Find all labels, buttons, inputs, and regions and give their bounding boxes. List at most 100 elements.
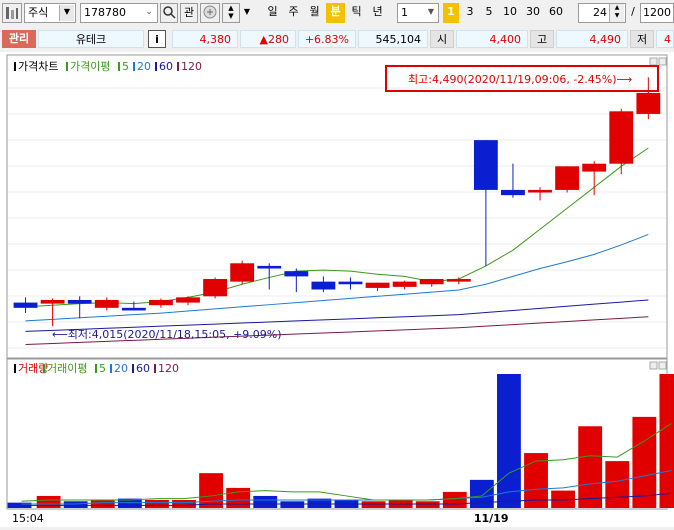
volume-bar xyxy=(253,495,278,508)
volume-bar xyxy=(280,501,305,508)
chevron-down-icon[interactable]: ⌄ xyxy=(142,5,156,21)
legend-item-2: 5 xyxy=(122,60,129,73)
total-count-input[interactable]: 1200 xyxy=(640,3,674,23)
candle-body xyxy=(636,92,661,114)
info-button[interactable]: i xyxy=(148,30,166,48)
legend-marker xyxy=(177,62,179,71)
volume-bar xyxy=(226,487,251,508)
legend-item-0: 가격차트 xyxy=(18,60,58,73)
candle-body xyxy=(40,299,65,304)
legend-marker xyxy=(66,62,68,71)
period-button-2[interactable]: 월 xyxy=(305,3,324,23)
open-price: 4,400 xyxy=(456,30,528,48)
candle-body xyxy=(284,271,309,277)
volume-bar xyxy=(361,501,386,508)
legend-item-4: 60 xyxy=(159,60,173,73)
legend-marker xyxy=(154,364,156,373)
related-button[interactable]: 관 xyxy=(180,3,198,23)
interval-button-2[interactable]: 5 xyxy=(481,3,497,23)
volume-bar xyxy=(145,499,169,508)
period-button-4[interactable]: 틱 xyxy=(347,3,366,23)
chart-menu-icon[interactable] xyxy=(2,3,22,23)
count-input[interactable]: 24 ▲ ▼ xyxy=(578,3,626,23)
count-stepper[interactable]: ▲ ▼ xyxy=(609,4,624,22)
period-button-5[interactable]: 년 xyxy=(368,3,387,23)
time-label-1: 11/19 xyxy=(474,512,509,525)
legend-item-3: 20 xyxy=(137,60,151,73)
interval-select[interactable]: 1 ▼ xyxy=(397,3,439,23)
candle-body xyxy=(67,299,92,304)
volume-bar xyxy=(578,426,603,508)
chevron-down-icon[interactable]: ▼ xyxy=(59,5,74,21)
volume-bar xyxy=(199,473,224,508)
candle-body xyxy=(365,282,390,288)
candle-body xyxy=(419,279,444,285)
stock-code-value: 178780 xyxy=(84,6,126,19)
dropdown-arrow-icon[interactable]: ▼ xyxy=(242,3,252,23)
candle-body xyxy=(121,307,146,311)
panel-control-icon xyxy=(649,361,658,370)
candle-body xyxy=(230,263,255,282)
candle-body xyxy=(528,189,552,193)
interval-button-1[interactable]: 3 xyxy=(462,3,478,23)
market-select[interactable]: 주식 ▼ xyxy=(24,3,76,23)
legend-marker xyxy=(14,364,16,373)
market-select-value: 주식 xyxy=(28,6,49,19)
time-label-0: 15:04 xyxy=(12,512,44,525)
price-change: ▲280 xyxy=(240,30,296,48)
candle-body xyxy=(555,166,580,190)
refresh-icon[interactable] xyxy=(200,3,220,23)
chart-toolbar: 주식 ▼ 178780 ⌄ 관 ▲ ▼ ▼ 일주월분틱년 1 ▼ 1 3 5 10 30 6… xyxy=(0,0,674,26)
interval-button-0[interactable]: 1 xyxy=(443,3,459,23)
search-icon[interactable] xyxy=(160,3,178,23)
interval-button-3[interactable]: 10 xyxy=(500,3,520,23)
volume-bar xyxy=(497,374,521,508)
period-button-0[interactable]: 일 xyxy=(263,3,282,23)
count-separator: / xyxy=(628,3,638,23)
up-down-stepper[interactable]: ▲ ▼ xyxy=(222,3,240,23)
volume-bar xyxy=(605,461,630,508)
panel-control-icon xyxy=(658,361,667,370)
low-label: 저 xyxy=(630,30,654,48)
price-panel xyxy=(6,54,668,359)
volume-bar xyxy=(415,501,440,508)
chart-canvas[interactable]: 가격차트 가격이평 5 20 60 120 거래량거래이평 5 20 60 120 최고:4,49… xyxy=(0,52,674,527)
period-button-1[interactable]: 주 xyxy=(284,3,303,23)
volume-bar xyxy=(659,374,674,508)
stock-code-input[interactable]: 178780 ⌄ xyxy=(80,3,158,23)
legend-item-2: 5 xyxy=(99,362,106,375)
open-label: 시 xyxy=(430,30,454,48)
high-annotation: 최고:4,490(2020/11/19,09:06, -2.45%)⟶ xyxy=(408,73,633,86)
candle-body xyxy=(582,163,607,172)
stock-chart[interactable]: 가격차트 가격이평 5 20 60 120 거래량 거래이평 5 20 60 120 최고:4,49… xyxy=(0,52,674,527)
legend-marker xyxy=(132,364,134,373)
trade-volume: 545,104 xyxy=(358,30,428,48)
legend-item-5: 120 xyxy=(158,362,179,375)
period-button-3[interactable]: 분 xyxy=(326,3,345,23)
volume-bar xyxy=(90,499,115,508)
interval-button-5[interactable]: 60 xyxy=(546,3,566,23)
count-value: 24 xyxy=(593,6,607,19)
volume-bar xyxy=(442,491,467,508)
low-price: 4 xyxy=(656,30,674,48)
volume-panel xyxy=(6,358,668,510)
interval-button-4[interactable]: 30 xyxy=(523,3,543,23)
candle-body xyxy=(311,281,336,290)
low-annotation: ⟵최저:4,015(2020/11/18,15:05, +9.09%) xyxy=(52,328,282,341)
legend-marker xyxy=(14,62,16,71)
legend-marker xyxy=(110,364,112,373)
change-rate: +6.83% xyxy=(298,30,356,48)
candle-body xyxy=(94,299,119,308)
high-label: 고 xyxy=(530,30,554,48)
legend-item-5: 120 xyxy=(181,60,202,73)
candle-body xyxy=(338,281,363,285)
current-price: 4,380 xyxy=(172,30,238,48)
volume-bar xyxy=(36,495,61,508)
quote-info-bar: 관리 유테크 i 4,380 ▲280 +6.83% 545,104 시 4,4… xyxy=(0,27,674,49)
candle-body xyxy=(446,279,471,282)
candle-body xyxy=(473,140,498,190)
candle-body xyxy=(392,281,417,287)
chevron-down-icon[interactable]: ▼ xyxy=(425,5,437,21)
volume-bar xyxy=(172,499,196,508)
candle-body xyxy=(13,302,38,308)
